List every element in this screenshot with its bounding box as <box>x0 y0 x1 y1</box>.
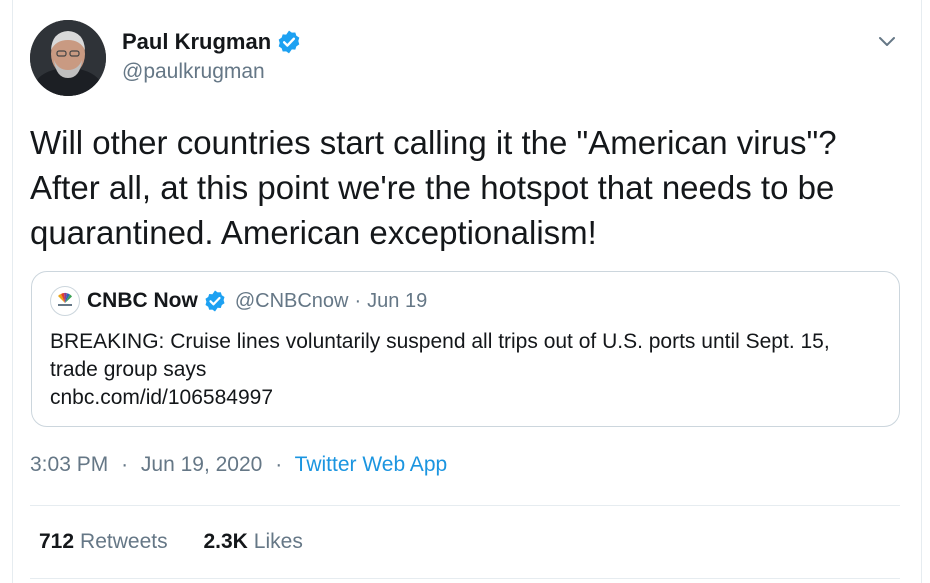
author-display-name[interactable]: Paul Krugman <box>122 29 271 55</box>
tweet-text: Will other countries start calling it th… <box>30 124 837 251</box>
author-handle[interactable]: @paulkrugman <box>122 60 265 84</box>
meta-separator: · <box>121 453 129 476</box>
author-row[interactable]: Paul Krugman <box>122 29 302 55</box>
tweet-meta: 3:03 PM · Jun 19, 2020 · Twitter Web App <box>30 453 447 477</box>
tweet-source-link[interactable]: Twitter Web App <box>295 453 448 476</box>
likes-count: 2.3K <box>203 530 248 553</box>
quoted-handle: @CNBCnow <box>234 289 349 312</box>
quoted-tweet[interactable]: CNBC Now @CNBCnow · Jun 19 BREAKING: Cru… <box>31 271 900 427</box>
divider <box>30 578 900 579</box>
quoted-date: Jun 19 <box>367 289 428 312</box>
retweets-count: 712 <box>39 530 75 553</box>
verified-badge-icon <box>205 290 225 312</box>
tweet-stats: 712 Retweets 2.3K Likes <box>39 530 303 554</box>
quoted-separator: · <box>354 289 362 312</box>
quoted-tweet-body: BREAKING: Cruise lines voluntarily suspe… <box>50 328 880 412</box>
cnbc-peacock-logo-icon <box>50 286 80 316</box>
quoted-tweet-text: BREAKING: Cruise lines voluntarily suspe… <box>50 330 830 381</box>
divider <box>30 505 900 506</box>
quoted-tweet-header: CNBC Now @CNBCnow · Jun 19 <box>50 286 427 316</box>
quoted-tweet-link[interactable]: cnbc.com/id/106584997 <box>50 384 880 412</box>
tweet-date[interactable]: Jun 19, 2020 <box>141 453 262 476</box>
tweet-time[interactable]: 3:03 PM <box>30 453 108 476</box>
avatar-image <box>30 20 106 96</box>
meta-separator: · <box>275 453 283 476</box>
likes-stat[interactable]: 2.3K Likes <box>203 530 302 554</box>
quoted-display-name: CNBC Now <box>87 289 198 312</box>
likes-label: Likes <box>253 530 303 553</box>
verified-badge-icon <box>278 30 300 54</box>
avatar[interactable] <box>30 20 106 96</box>
chevron-down-icon[interactable] <box>876 30 898 52</box>
retweets-label: Retweets <box>80 530 168 553</box>
retweets-stat[interactable]: 712 Retweets <box>39 530 168 554</box>
